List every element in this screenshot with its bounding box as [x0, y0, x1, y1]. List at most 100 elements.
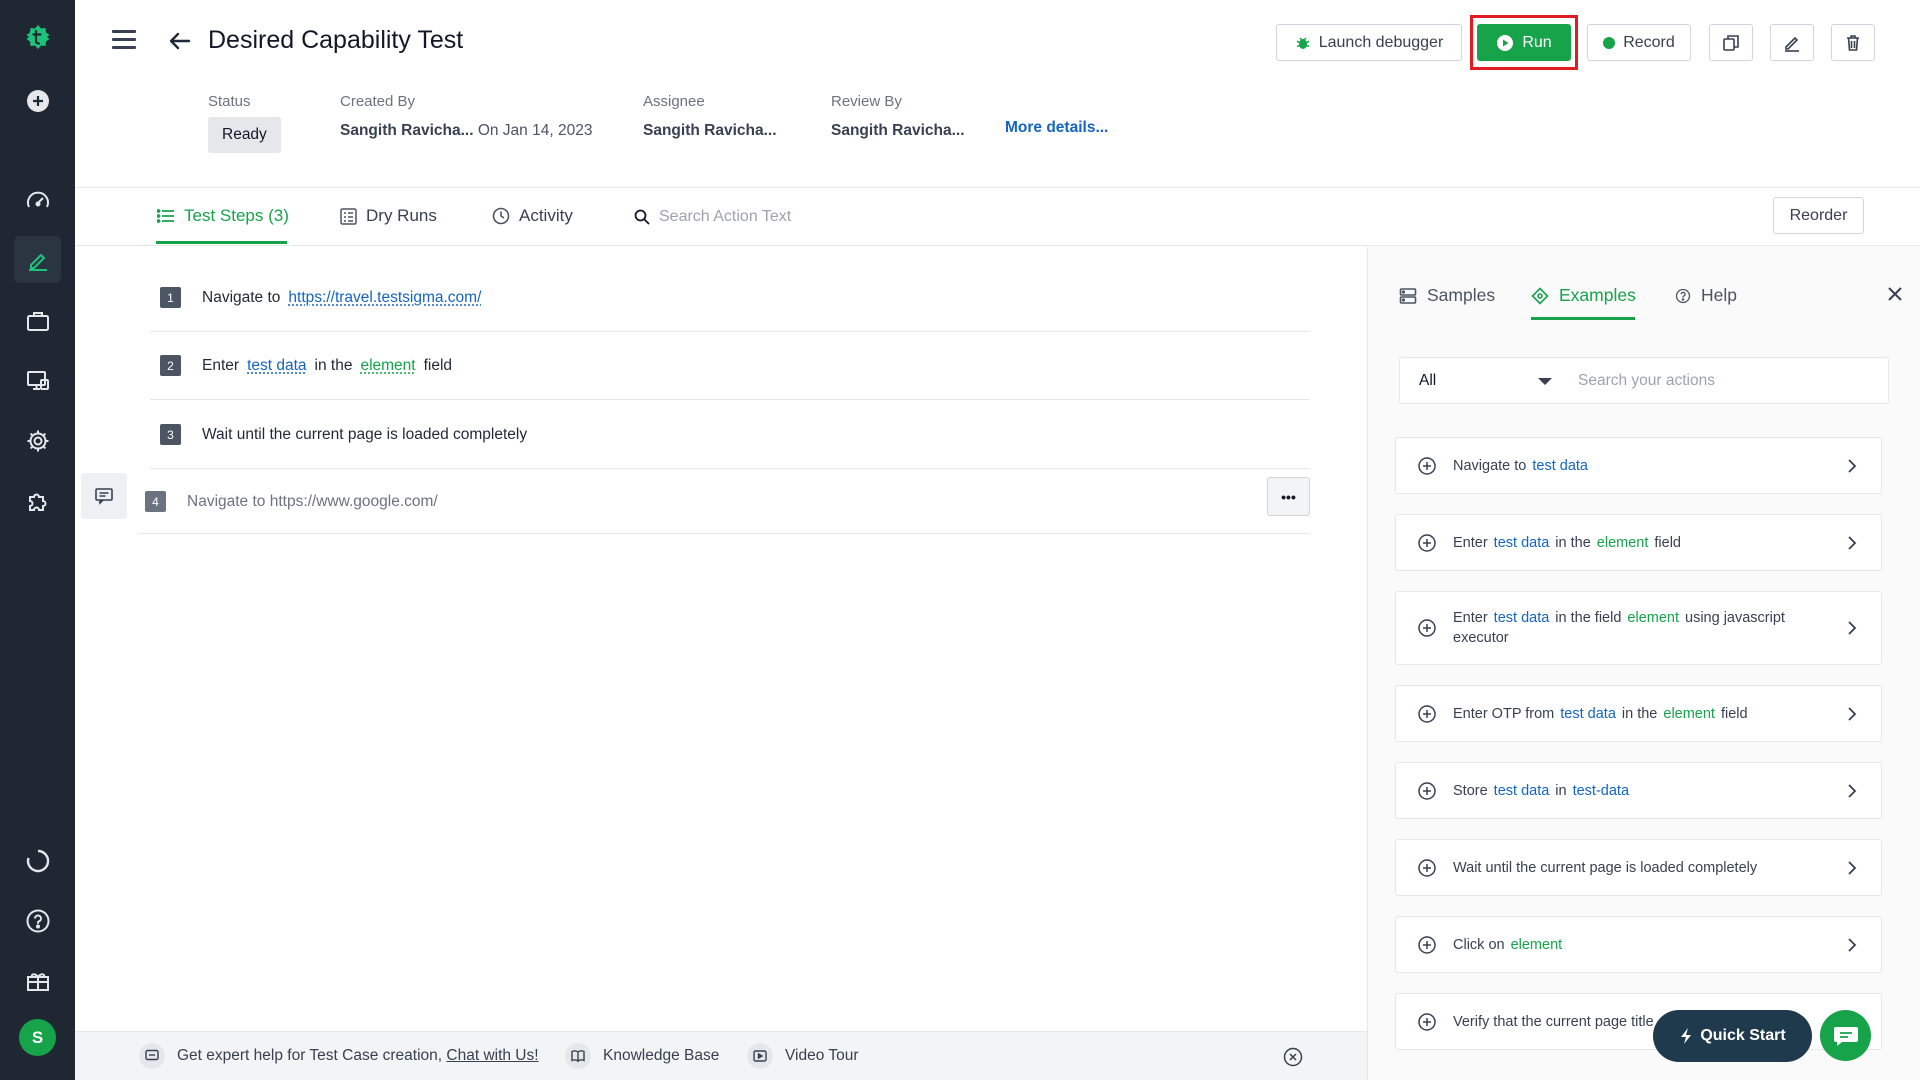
duplicate-button[interactable] — [1709, 24, 1753, 61]
caret-down-icon[interactable] — [1538, 378, 1552, 385]
testsigma-logo-icon[interactable] — [14, 13, 61, 60]
close-bottom-bar-icon[interactable] — [1283, 1047, 1303, 1067]
add-circle-icon[interactable] — [1417, 533, 1437, 553]
card-text: Store — [1453, 782, 1488, 799]
launch-debugger-button[interactable]: Launch debugger — [1276, 24, 1462, 61]
action-card-text: Navigate to test data — [1453, 456, 1831, 476]
help-bottom-bar: Get expert help for Test Case creation, … — [75, 1031, 1367, 1080]
settings-icon[interactable] — [14, 417, 61, 464]
reorder-button[interactable]: Reorder — [1773, 197, 1864, 234]
test-step-row[interactable]: 1 Navigate to https://travel.testsigma.c… — [150, 264, 1310, 332]
chevron-right-icon[interactable] — [1845, 783, 1859, 798]
user-avatar[interactable]: S — [19, 1019, 56, 1056]
step-test-data-link[interactable]: test data — [247, 357, 306, 375]
add-circle-icon[interactable] — [1417, 781, 1437, 801]
active-panel-tab-indicator — [1531, 317, 1635, 320]
add-circle-icon[interactable] — [1417, 618, 1437, 638]
play-icon — [1497, 34, 1514, 51]
close-panel-icon[interactable] — [1883, 282, 1907, 306]
step-url-link[interactable]: https://travel.testsigma.com/ — [288, 289, 481, 307]
created-by-value: Sangith Ravicha... On Jan 14, 2023 — [340, 122, 592, 140]
help-icon[interactable] — [14, 897, 61, 944]
test-step-row[interactable]: 3 Wait until the current page is loaded … — [150, 401, 1310, 469]
tab-test-steps[interactable]: Test Steps (3) — [157, 206, 289, 226]
search-actions-input[interactable]: Search your actions — [1578, 372, 1715, 390]
card-test-data: test data — [1493, 782, 1550, 799]
tab-help[interactable]: Help — [1675, 285, 1737, 306]
card-element: element — [1596, 534, 1649, 551]
card-text: Navigate to — [1453, 457, 1527, 474]
puzzle-icon[interactable] — [14, 477, 61, 524]
card-text: Enter — [1453, 534, 1488, 551]
search-icon — [634, 209, 650, 225]
back-arrow-icon[interactable] — [165, 26, 195, 56]
more-details-link[interactable]: More details... — [1005, 119, 1108, 137]
action-card[interactable]: Enter test data in the element field — [1395, 514, 1882, 571]
card-element: element — [1663, 705, 1715, 722]
step-more-options-button[interactable]: ••• — [1267, 477, 1310, 516]
action-card[interactable]: Store test data in test-data — [1395, 762, 1882, 819]
action-card[interactable]: Navigate to test data — [1395, 437, 1882, 494]
chevron-right-icon[interactable] — [1845, 860, 1859, 875]
tab-help-label: Help — [1701, 285, 1737, 305]
step-number: 1 — [160, 287, 181, 308]
add-icon[interactable] — [14, 77, 61, 124]
loading-status-icon[interactable] — [14, 837, 61, 884]
delete-button[interactable] — [1831, 24, 1875, 61]
expert-help-item: Get expert help for Test Case creation, … — [139, 1043, 539, 1069]
record-button[interactable]: Record — [1587, 24, 1691, 61]
card-element: element — [1627, 610, 1679, 626]
quick-start-button[interactable]: Quick Start — [1653, 1010, 1812, 1062]
video-tour-link[interactable]: Video Tour — [747, 1043, 859, 1069]
action-card[interactable]: Wait until the current page is loaded co… — [1395, 839, 1882, 896]
edit-button[interactable] — [1770, 24, 1814, 61]
card-text: in the — [1621, 705, 1658, 722]
filter-dropdown[interactable]: All — [1419, 372, 1436, 390]
knowledge-base-link[interactable]: Knowledge Base — [565, 1043, 719, 1069]
panel-search-bar: All Search your actions — [1399, 357, 1889, 404]
action-card-text: Enter OTP from test data in the element fiel… — [1453, 704, 1831, 724]
expert-help-text: Get expert help for Test Case creation, … — [177, 1047, 539, 1065]
new-step-row[interactable]: 4 Navigate to https://www.google.com/ — [138, 470, 1310, 534]
chat-support-button[interactable] — [1820, 1010, 1871, 1061]
add-circle-icon[interactable] — [1417, 1012, 1437, 1032]
action-suggestions-panel: Samples Examples Help All Search your ac… — [1367, 247, 1920, 1080]
new-step-input[interactable]: Navigate to https://www.google.com/ — [187, 493, 438, 511]
add-circle-icon[interactable] — [1417, 456, 1437, 476]
action-card[interactable]: Enter test data in the field element using j… — [1395, 591, 1882, 665]
chevron-right-icon[interactable] — [1845, 706, 1859, 721]
assignee-label: Assignee — [643, 93, 705, 110]
tab-dry-runs[interactable]: Dry Runs — [340, 206, 437, 226]
created-on-date: On Jan 14, 2023 — [477, 122, 593, 139]
tab-activity[interactable]: Activity — [492, 206, 573, 226]
add-circle-icon[interactable] — [1417, 704, 1437, 724]
dashboard-icon[interactable] — [14, 177, 61, 224]
test-step-row[interactable]: 2 Enter test data in the element field — [150, 332, 1310, 400]
menu-icon[interactable] — [112, 28, 138, 52]
search-action-input[interactable]: Search Action Text — [634, 208, 791, 226]
review-by-value: Sangith Ravicha... — [831, 122, 965, 139]
chevron-right-icon[interactable] — [1845, 937, 1859, 952]
add-circle-icon[interactable] — [1417, 858, 1437, 878]
tab-samples[interactable]: Samples — [1399, 285, 1495, 306]
action-card[interactable]: Enter OTP from test data in the element fiel… — [1395, 685, 1882, 742]
tab-examples[interactable]: Examples — [1531, 285, 1636, 306]
run-button[interactable]: Run — [1477, 24, 1571, 61]
add-circle-icon[interactable] — [1417, 935, 1437, 955]
action-card[interactable]: Click on element — [1395, 916, 1882, 973]
chevron-right-icon[interactable] — [1845, 458, 1859, 473]
chevron-right-icon[interactable] — [1845, 621, 1859, 635]
action-card-text: Enter test data in the field element using j… — [1453, 608, 1831, 648]
chat-with-us-link[interactable]: Chat with Us! — [446, 1047, 538, 1064]
gift-icon[interactable] — [14, 957, 61, 1004]
briefcase-icon[interactable] — [14, 297, 61, 344]
chevron-right-icon[interactable] — [1845, 535, 1859, 550]
test-development-icon[interactable] — [14, 236, 61, 283]
monitor-icon[interactable] — [14, 357, 61, 404]
step-element-link[interactable]: element — [360, 357, 415, 375]
step-comment-button[interactable] — [81, 473, 127, 519]
action-card-text: Store test data in test-data — [1453, 781, 1831, 801]
chat-help-icon — [139, 1043, 165, 1069]
video-tour-label: Video Tour — [785, 1047, 859, 1064]
status-label: Status — [208, 93, 251, 110]
